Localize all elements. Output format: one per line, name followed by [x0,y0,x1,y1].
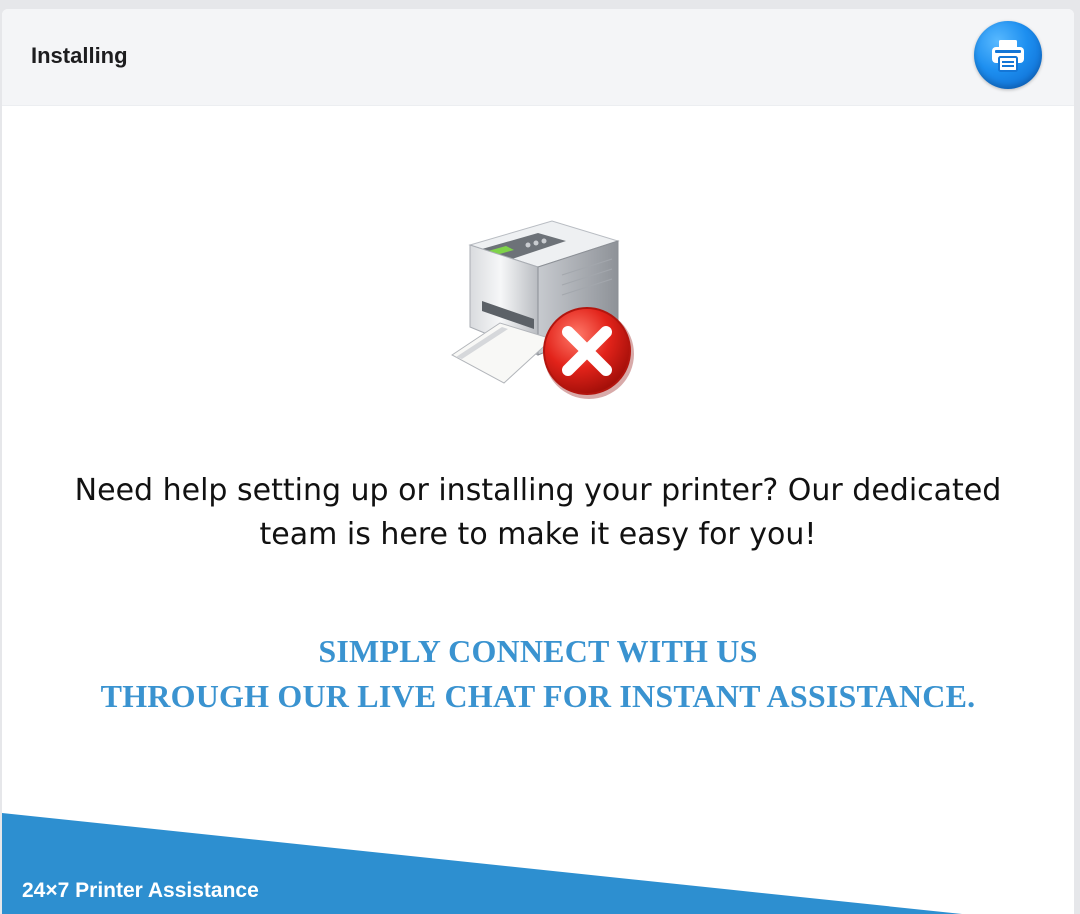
header-bar: Installing [2,9,1074,106]
help-message: Need help setting up or installing your … [2,469,1074,557]
printer-error-icon [451,220,634,399]
printer-button[interactable] [974,21,1042,89]
printer-error-illustration [442,205,642,405]
callout-line-1: SIMPLY CONNECT WITH US [318,633,758,669]
footer-label: 24×7 Printer Assistance [22,879,259,902]
printer-icon [992,40,1024,72]
help-message-line-1: Need help setting up or installing your … [74,473,1002,508]
callout-line-2: THROUGH OUR LIVE CHAT FOR INSTANT ASSIST… [100,678,976,714]
footer-band [2,813,962,914]
page-title: Installing [31,43,128,68]
app-window: Installing Need help setting up or insta… [2,9,1074,914]
help-message-line-2: team is here to make it easy for you! [259,517,817,552]
live-chat-callout: SIMPLY CONNECT WITH US THROUGH OUR LIVE … [2,629,1074,719]
